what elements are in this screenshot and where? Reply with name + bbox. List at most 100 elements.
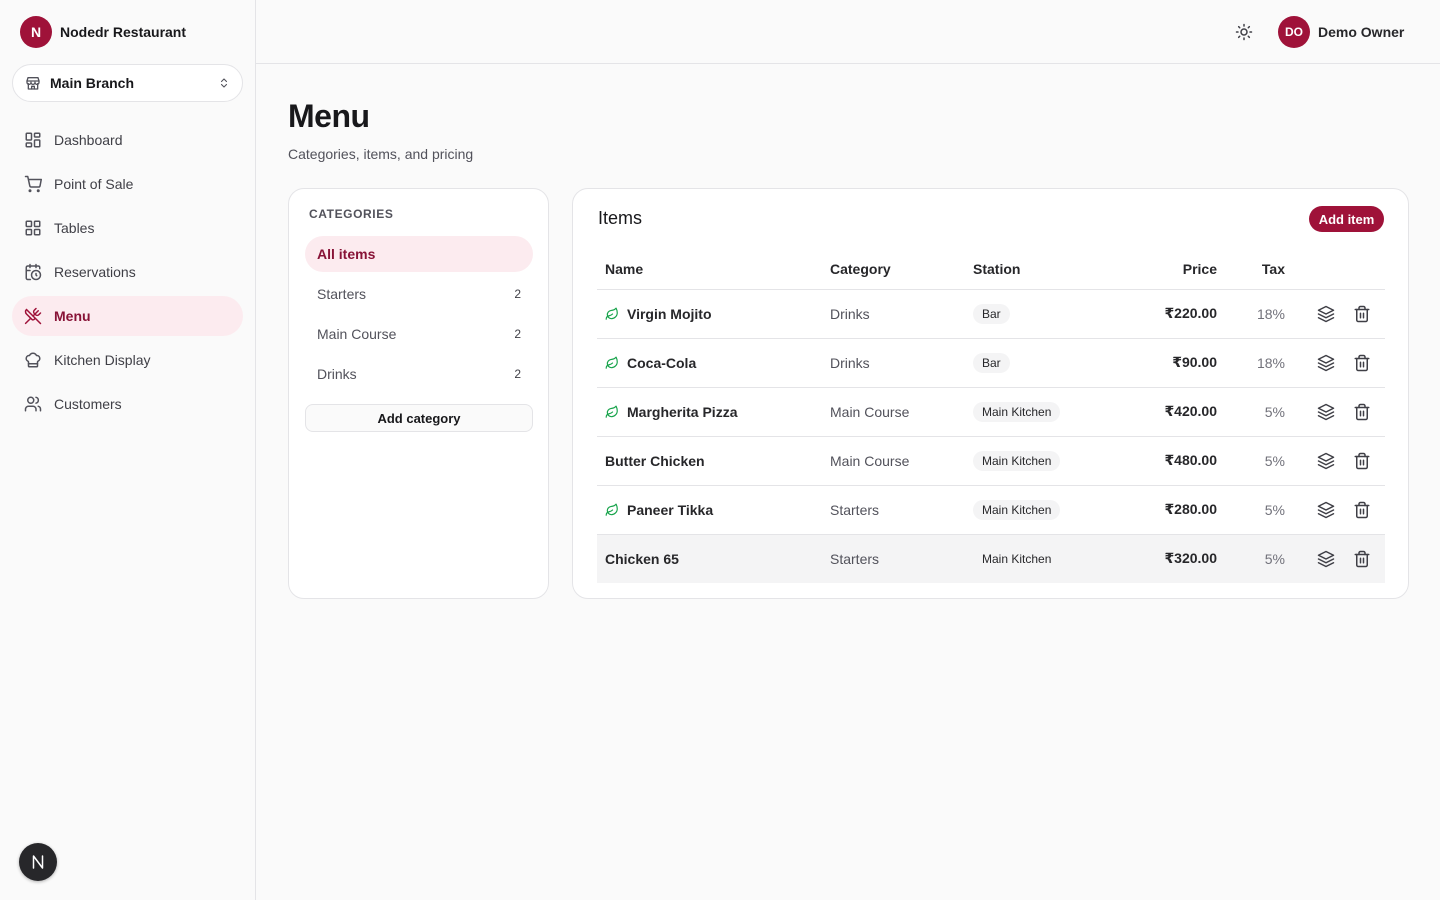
sidebar-item-reservations[interactable]: Reservations (12, 252, 243, 292)
items-panel: Items Add item Name Category Station Pri… (572, 188, 1409, 599)
item-category: Main Course (822, 436, 965, 486)
layers-icon[interactable] (1317, 354, 1335, 372)
trash-icon[interactable] (1353, 452, 1371, 470)
sidebar-item-menu[interactable]: Menu (12, 296, 243, 336)
calendar-clock-icon (24, 263, 42, 281)
utensils-icon (24, 307, 42, 325)
column-header-tax[interactable]: Tax (1225, 249, 1293, 290)
item-name: Virgin Mojito (627, 305, 712, 322)
sidebar-item-customers[interactable]: Customers (12, 384, 243, 424)
table-header-row: Name Category Station Price Tax (597, 249, 1385, 290)
sidebar-item-kitchen-display[interactable]: Kitchen Display (12, 340, 243, 380)
item-category: Starters (822, 485, 965, 535)
top-bar: DO Demo Owner (256, 0, 1440, 64)
user-menu[interactable]: DO Demo Owner (1278, 16, 1404, 48)
trash-icon[interactable] (1353, 403, 1371, 421)
station-badge: Main Kitchen (973, 401, 1061, 422)
categories-panel: CATEGORIES All items Starters 2 Main Cou… (288, 188, 549, 599)
item-name: Coca-Cola (627, 354, 697, 371)
avatar: DO (1278, 16, 1310, 48)
table-row[interactable]: Margherita Pizza Main Course Main Kitche… (597, 387, 1385, 437)
user-name: Demo Owner (1318, 24, 1405, 40)
add-item-button[interactable]: Add item (1309, 206, 1384, 232)
sidebar-item-tables[interactable]: Tables (12, 208, 243, 248)
sidebar-item-label: Kitchen Display (54, 352, 151, 368)
column-header-station[interactable]: Station (965, 249, 1105, 290)
item-price: ₹280.00 (1105, 485, 1225, 535)
store-icon (25, 75, 41, 91)
category-list: All items Starters 2 Main Course 2 Drink… (305, 236, 533, 396)
table-row[interactable]: Chicken 65 Starters Main Kitchen ₹320.00… (597, 534, 1385, 583)
sidebar-item-label: Reservations (54, 264, 136, 280)
trash-icon[interactable] (1353, 305, 1371, 323)
item-name: Butter Chicken (605, 452, 705, 469)
station-badge: Main Kitchen (973, 548, 1061, 569)
item-price: ₹480.00 (1105, 436, 1225, 486)
layers-icon[interactable] (1317, 403, 1335, 421)
category-item-main-course[interactable]: Main Course 2 (305, 316, 533, 352)
category-label: Starters (317, 286, 367, 302)
table-row[interactable]: Virgin Mojito Drinks Bar ₹220.00 18% (597, 289, 1385, 339)
category-item-starters[interactable]: Starters 2 (305, 276, 533, 312)
sidebar-item-label: Tables (54, 220, 95, 236)
items-table: Name Category Station Price Tax Virgin M… (597, 249, 1385, 583)
leaf-icon (605, 307, 619, 321)
item-category: Drinks (822, 289, 965, 339)
trash-icon[interactable] (1353, 550, 1371, 568)
item-tax: 5% (1225, 387, 1293, 437)
n-logo-button[interactable] (19, 843, 57, 881)
dashboard-icon (24, 131, 42, 149)
table-row[interactable]: Paneer Tikka Starters Main Kitchen ₹280.… (597, 485, 1385, 535)
leaf-icon (605, 356, 619, 370)
brand-name: Nodedr Restaurant (60, 24, 187, 40)
leaf-icon (605, 503, 619, 517)
branch-selector[interactable]: Main Branch (12, 64, 243, 102)
station-badge: Main Kitchen (973, 450, 1061, 471)
item-name: Margherita Pizza (627, 403, 738, 420)
users-icon (24, 395, 42, 413)
theme-toggle-button[interactable] (1230, 18, 1258, 46)
brand[interactable]: N Nodedr Restaurant (20, 16, 186, 48)
layers-icon[interactable] (1317, 305, 1335, 323)
leaf-icon (605, 405, 619, 419)
n-logo-icon (32, 855, 44, 869)
sidebar-item-dashboard[interactable]: Dashboard (12, 120, 243, 160)
column-header-price[interactable]: Price (1105, 249, 1225, 290)
table-row[interactable]: Coca-Cola Drinks Bar ₹90.00 18% (597, 338, 1385, 388)
column-header-category[interactable]: Category (822, 249, 965, 290)
layers-icon[interactable] (1317, 550, 1335, 568)
item-price: ₹420.00 (1105, 387, 1225, 437)
column-header-actions (1293, 249, 1385, 290)
brand-logo: N (20, 16, 52, 48)
branch-label: Main Branch (50, 75, 135, 91)
sidebar-item-point-of-sale[interactable]: Point of Sale (12, 164, 243, 204)
category-count: 2 (514, 287, 521, 301)
layers-icon[interactable] (1317, 452, 1335, 470)
category-item-all[interactable]: All items (305, 236, 533, 272)
sun-icon (1235, 23, 1253, 41)
sidebar-item-label: Customers (54, 396, 122, 412)
item-category: Main Course (822, 387, 965, 437)
station-badge: Main Kitchen (973, 499, 1061, 520)
items-title: Items (598, 208, 643, 228)
category-label: Drinks (317, 366, 357, 382)
trash-icon[interactable] (1353, 501, 1371, 519)
table-row[interactable]: Butter Chicken Main Course Main Kitchen … (597, 436, 1385, 486)
item-name: Paneer Tikka (627, 501, 714, 518)
item-category: Drinks (822, 338, 965, 388)
chef-hat-icon (24, 351, 42, 369)
add-category-button[interactable]: Add category (305, 404, 533, 432)
cart-icon (24, 175, 42, 193)
trash-icon[interactable] (1353, 354, 1371, 372)
layers-icon[interactable] (1317, 501, 1335, 519)
item-tax: 18% (1225, 289, 1293, 339)
category-item-drinks[interactable]: Drinks 2 (305, 356, 533, 392)
page-title: Menu (288, 98, 370, 134)
sidebar-item-label: Dashboard (54, 132, 123, 148)
item-tax: 5% (1225, 485, 1293, 535)
column-header-name[interactable]: Name (597, 249, 822, 290)
item-name: Chicken 65 (605, 550, 679, 567)
item-price: ₹90.00 (1105, 338, 1225, 388)
sidebar-item-label: Menu (54, 308, 91, 324)
grid-icon (24, 219, 42, 237)
